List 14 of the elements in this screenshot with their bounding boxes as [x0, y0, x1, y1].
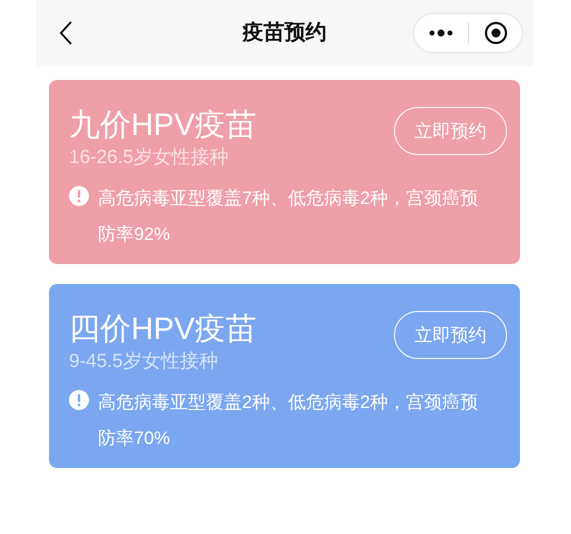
age-range: 9-45.5岁女性接种	[69, 350, 219, 374]
age-range: 16-26.5岁女性接种	[69, 146, 230, 170]
more-icon	[429, 29, 453, 37]
vaccine-name: 四价HPV疫苗	[69, 310, 257, 348]
page-title: 疫苗预约	[241, 20, 328, 46]
vaccine-note: 高危病毒亚型覆盖2种、低危病毒2种，宫颈癌预防率70%	[98, 391, 480, 450]
alert-icon	[69, 390, 89, 410]
alert-icon	[69, 186, 89, 206]
book-button[interactable]: 立即预约	[394, 311, 507, 359]
book-button[interactable]: 立即预约	[394, 107, 507, 155]
record-icon	[484, 21, 508, 45]
vaccine-name: 九价HPV疫苗	[69, 106, 257, 144]
vaccine-note: 高危病毒亚型覆盖7种、低危病毒2种，宫颈癌预防率92%	[98, 187, 480, 246]
back-icon	[59, 20, 73, 46]
